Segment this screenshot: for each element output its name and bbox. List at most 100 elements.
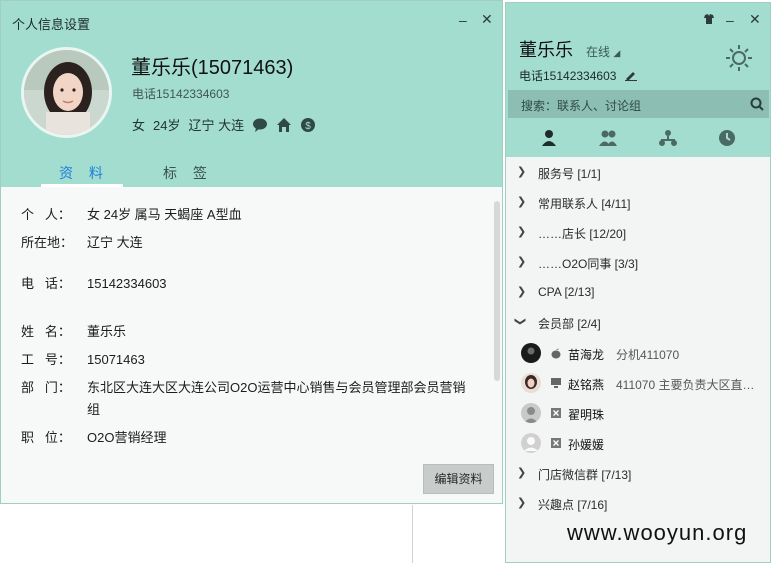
location: 辽宁 大连 [188,118,245,133]
user-phone: 电话15142334603 [519,67,638,84]
chevron-down-icon: ❯ [514,316,527,327]
status-dropdown[interactable]: 在线 ◢ [586,43,620,60]
skin-icon[interactable] [703,13,715,27]
group-item[interactable]: ❯ 门店微信群 [7/13] [506,458,770,488]
svg-text:$: $ [305,121,311,132]
group-item[interactable]: ❯ 常用联系人 [4/11] [506,187,770,217]
field-label: 工 号： [21,352,71,367]
avatar [521,343,541,363]
close-button[interactable]: ✕ [749,12,761,26]
field-label: 电 话： [21,276,71,291]
profile-details: 个 人： 女 24岁 属马 天蝎座 A型血 所在地： 辽宁 大连 电 话： 15… [1,187,502,503]
close-button[interactable]: ✕ [481,12,493,26]
group-icon [599,130,617,146]
tab-profile[interactable]: 资 料 [59,163,109,183]
group-item[interactable]: ❯ CPA [2/13] [506,277,770,307]
chevron-right-icon: ❯ [517,256,527,268]
profile-name: 董乐乐(15071463) [131,57,294,79]
contact-item[interactable]: 苗海龙 分机411070 [506,338,770,368]
age: 24岁 [153,118,181,133]
contact-item[interactable]: 翟明珠 [506,398,770,428]
window-title: 个人信息设置 [12,17,91,32]
chevron-right-icon: ❯ [517,166,527,178]
group-item[interactable]: ❯ 兴趣点 [7/16] [506,488,770,518]
avatar [521,403,541,423]
recent-icon [719,129,735,146]
contact-item[interactable]: 孙媛媛 [506,428,770,458]
field-label: 职 位： [21,430,71,445]
contact-item[interactable]: 赵铭燕 411070 主要负责大区直… [506,368,770,398]
group-label: 门店微信群 [7/13] [538,468,632,482]
offline-icon [550,437,562,449]
profile-meta: 女 24岁 辽宁 大连 $ [132,115,316,134]
field-value: 东北区大连大区大连公司O2O运营中心销售与会员管理部会员营销组 [87,380,466,417]
field-label: 所在地： [21,235,74,250]
tab-tags[interactable]: 标 签 [163,163,213,183]
contact-tabs [506,123,770,157]
contact-name: 苗海龙 [568,348,605,362]
search-placeholder: 搜索：联系人、讨论组 [521,99,642,113]
chevron-right-icon: ❯ [517,497,527,509]
search-input[interactable]: 搜索：联系人、讨论组 [508,90,769,118]
group-label: ……O2O同事 [3/3] [538,257,639,271]
minimize-button[interactable]: – [459,13,467,27]
chevron-right-icon: ❯ [517,286,527,298]
field-value: 董乐乐 [87,324,127,339]
profile-header: 个人信息设置 – ✕ 董乐乐(15071463) 电话15142334603 女… [1,1,502,187]
avatar [521,433,541,453]
money-icon[interactable]: $ [300,117,316,133]
chevron-right-icon: ❯ [517,196,527,208]
org-icon [659,129,677,146]
tab-organization[interactable] [658,129,678,152]
profile-window: 个人信息设置 – ✕ 董乐乐(15071463) 电话15142334603 女… [0,0,503,504]
contact-name: 赵铭燕 [568,378,605,392]
watermark: www.wooyun.org [567,520,748,545]
contacts-window: – ✕ 董乐乐 在线 ◢ 电话15142334603 搜索：联系人、讨论组 ❯ … [505,2,771,563]
field-label: 部 门： [21,380,71,395]
group-item-expanded[interactable]: ❯ 会员部 [2/4] [506,307,770,337]
monitor-icon [550,377,562,389]
scrollbar[interactable] [494,201,500,381]
apple-icon [550,347,562,359]
chat-bubble-icon[interactable] [252,117,268,133]
chevron-right-icon: ❯ [517,467,527,479]
caret-down-icon: ◢ [613,48,621,58]
field-value: 辽宁 大连 [87,235,143,250]
settings-sun-icon[interactable] [725,44,753,77]
avatar[interactable] [21,47,112,138]
group-label: 兴趣点 [7/16] [538,498,608,512]
avatar [521,373,541,393]
user-phone-text: 电话15142334603 [519,69,617,83]
field-value: 15142334603 [87,276,167,291]
minimize-button[interactable]: – [726,13,734,27]
group-label: ……店长 [12/20] [538,227,627,241]
tab-contacts[interactable] [540,129,558,152]
group-item[interactable]: ❯ ……O2O同事 [3/3] [506,247,770,277]
contact-signature: 411070 主要负责大区直… [616,378,755,392]
tab-recent[interactable] [718,129,736,152]
profile-phone: 电话15142334603 [132,87,230,101]
group-label: CPA [2/13] [538,285,595,299]
field-value: 女 24岁 属马 天蝎座 A型血 [87,207,242,222]
edit-profile-button[interactable]: 编辑资料 [423,464,494,494]
field-value: 15071463 [87,352,145,367]
chevron-right-icon: ❯ [517,226,527,238]
gender: 女 [132,118,146,133]
group-item[interactable]: ❯ 服务号 [1/1] [506,157,770,187]
divider [412,505,413,563]
contact-icon [542,129,556,146]
field-value: O2O营销经理 [87,430,167,445]
offline-icon [550,407,562,419]
contact-signature: 分机411070 [616,348,680,362]
edit-icon[interactable] [624,69,638,84]
tab-groups[interactable] [598,129,618,152]
contact-name: 孙媛媛 [568,438,605,452]
status-label: 在线 [586,45,611,59]
home-icon[interactable] [276,117,292,133]
group-label: 会员部 [2/4] [538,317,601,331]
user-name: 董乐乐 [519,40,573,60]
search-icon[interactable] [750,97,764,116]
field-label: 个 人： [21,207,71,222]
group-label: 常用联系人 [4/11] [538,197,631,211]
group-item[interactable]: ❯ ……店长 [12/20] [506,217,770,247]
